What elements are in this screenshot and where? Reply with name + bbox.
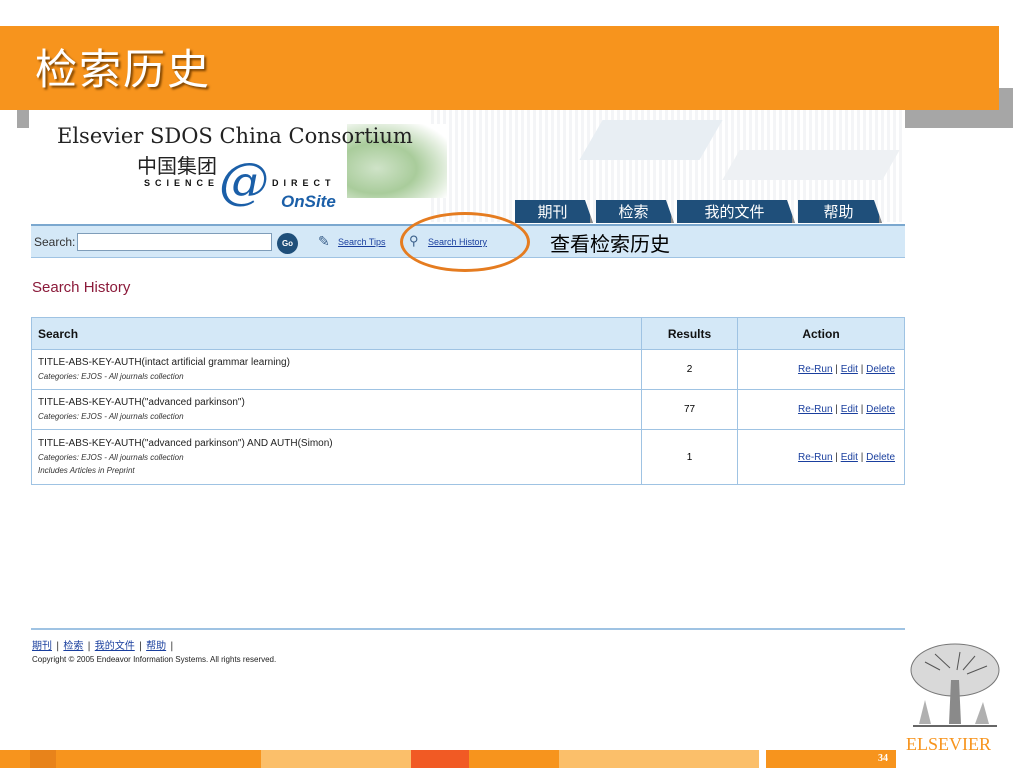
query-cell: TITLE-ABS-KEY-AUTH("advanced parkinson")… — [31, 429, 642, 485]
site-logo[interactable]: Elsevier SDOS China Consortium 中国集团 SCIE… — [49, 118, 447, 214]
footer-link-journals[interactable]: 期刊 — [32, 641, 52, 652]
elsevier-wordmark: ELSEVIER — [906, 734, 991, 754]
results-count: 77 — [641, 389, 738, 430]
delete-link[interactable]: Delete — [866, 404, 895, 415]
action-separator: | — [835, 364, 838, 375]
query-categories: Categories: EJOS - All journals collecti… — [38, 453, 184, 462]
results-count: 2 — [641, 349, 738, 390]
logo-chinese-name: 中国集团 — [137, 154, 217, 178]
action-separator: | — [860, 364, 864, 375]
tab-search[interactable]: 检索 — [596, 200, 674, 223]
footer-link-my-files[interactable]: 我的文件 — [95, 641, 135, 652]
tab-journals[interactable]: 期刊 — [515, 200, 593, 223]
column-header-action: Action — [737, 317, 905, 350]
annotation-text: 查看检索历史 — [550, 232, 670, 256]
search-input[interactable] — [77, 233, 272, 251]
table-row: TITLE-ABS-KEY-AUTH(intact artificial gra… — [31, 349, 905, 390]
go-button[interactable]: Go — [277, 233, 298, 254]
page-number: 34 — [878, 753, 888, 764]
action-separator: | — [860, 451, 864, 463]
action-separator: | — [835, 404, 838, 415]
embedded-screenshot: Elsevier SDOS China Consortium 中国集团 SCIE… — [31, 110, 905, 670]
logo-science-word: SCIENCE — [144, 178, 220, 188]
column-header-results: Results — [641, 317, 738, 350]
query-cell: TITLE-ABS-KEY-AUTH("advanced parkinson")… — [31, 389, 642, 430]
table-row: TITLE-ABS-KEY-AUTH("advanced parkinson")… — [31, 389, 905, 430]
search-label: Search: — [34, 235, 76, 249]
column-header-search: Search — [31, 317, 642, 350]
search-tips-link[interactable]: Search Tips — [338, 237, 386, 247]
rerun-link[interactable]: Re-Run — [798, 364, 832, 375]
logo-title: Elsevier SDOS China Consortium — [57, 124, 413, 148]
logo-at-symbol: @ — [219, 152, 269, 210]
edit-link[interactable]: Edit — [841, 364, 858, 375]
action-cell: Re-Run | Edit | Delete — [737, 429, 905, 485]
delete-link[interactable]: Delete — [866, 364, 895, 375]
footer-nav: 期刊 | 检索 | 我的文件 | 帮助 | — [32, 641, 174, 652]
action-separator: | — [860, 404, 864, 415]
table-header-row: Search Results Action — [31, 317, 905, 350]
highlight-oval — [400, 212, 530, 272]
page-title: Search History — [32, 279, 131, 296]
results-count: 1 — [641, 429, 738, 485]
action-cell: Re-Run | Edit | Delete — [737, 389, 905, 430]
bottom-decorative-bar — [0, 750, 896, 768]
main-nav-tabs: 期刊 检索 我的文件 帮助 — [515, 200, 882, 223]
search-history-table: Search Results Action TITLE-ABS-KEY-AUTH… — [31, 317, 905, 485]
logo-onsite-word: OnSite — [281, 192, 336, 211]
edit-link[interactable]: Edit — [841, 452, 858, 463]
delete-link[interactable]: Delete — [866, 452, 895, 463]
slide-title: 检索历史 — [35, 45, 212, 94]
action-separator: | — [835, 451, 838, 463]
action-cell: Re-Run | Edit | Delete — [737, 349, 905, 390]
query-extra-note: Includes Articles in Preprint — [38, 466, 135, 475]
footer-link-help[interactable]: 帮助 — [146, 641, 166, 652]
edit-link[interactable]: Edit — [841, 404, 858, 415]
tab-my-files[interactable]: 我的文件 — [677, 200, 795, 223]
footer-link-search[interactable]: 检索 — [63, 641, 83, 652]
query-text: TITLE-ABS-KEY-AUTH(intact artificial gra… — [38, 357, 290, 368]
elsevier-tree-logo — [910, 643, 1000, 727]
rerun-link[interactable]: Re-Run — [798, 404, 832, 415]
search-tips-icon[interactable]: ✎ — [318, 233, 330, 250]
table-row: TITLE-ABS-KEY-AUTH("advanced parkinson")… — [31, 429, 905, 485]
query-text: TITLE-ABS-KEY-AUTH("advanced parkinson") — [38, 397, 245, 408]
tab-help[interactable]: 帮助 — [798, 200, 882, 223]
rerun-link[interactable]: Re-Run — [798, 452, 832, 463]
query-categories: Categories: EJOS - All journals collecti… — [38, 372, 184, 381]
query-categories: Categories: EJOS - All journals collecti… — [38, 412, 184, 421]
query-cell: TITLE-ABS-KEY-AUTH(intact artificial gra… — [31, 349, 642, 390]
query-text: TITLE-ABS-KEY-AUTH("advanced parkinson")… — [38, 438, 333, 449]
logo-direct-word: DIRECT — [272, 178, 336, 188]
footer-divider — [31, 628, 905, 630]
copyright-text: Copyright © 2005 Endeavor Information Sy… — [32, 655, 277, 664]
